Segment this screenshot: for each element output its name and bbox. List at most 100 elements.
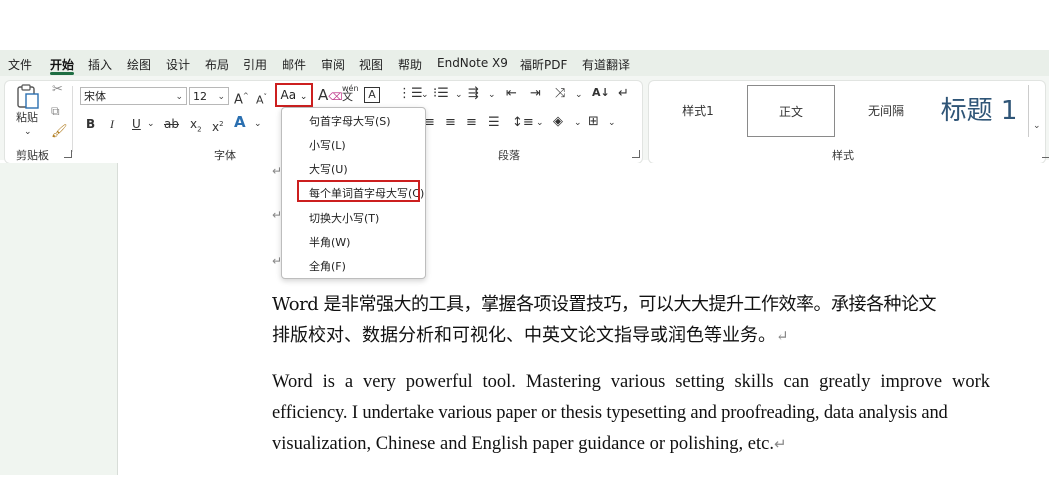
paragraph-launcher-icon[interactable] [632, 150, 640, 158]
top-margin [0, 0, 1049, 50]
paragraph-mark: ↵ [776, 327, 789, 345]
font-name-value: 宋体 [84, 90, 106, 103]
clipboard-launcher-icon[interactable] [64, 150, 72, 158]
chevron-down-icon[interactable]: ⌄ [488, 90, 496, 100]
styles-launcher-icon[interactable] [1042, 150, 1049, 158]
tab-home[interactable]: 开始 [50, 56, 74, 73]
paste-dropdown-icon[interactable]: ⌄ [24, 124, 32, 140]
font-size-combo[interactable]: 12 ⌄ [189, 87, 229, 105]
tab-review[interactable]: 审阅 [321, 56, 345, 73]
font-name-combo[interactable]: 宋体 ⌄ [80, 87, 187, 105]
cn-line-2-text: 排版校对、数据分析和可视化、中英文论文指导或润色等业务。 [272, 325, 776, 346]
cut-icon[interactable]: ✂ [52, 82, 63, 97]
distributed-icon[interactable]: ☰ [488, 115, 500, 130]
chevron-down-icon[interactable]: ⌄ [536, 118, 544, 128]
tab-references[interactable]: 引用 [243, 56, 267, 73]
bullets-icon[interactable]: ⋮☰ [398, 86, 423, 101]
menu-item-half-width[interactable]: 半角(W) [309, 234, 350, 250]
underline-button[interactable]: U [132, 116, 141, 132]
underline-dropdown-icon[interactable]: ⌄ [147, 116, 155, 132]
cn-line-1: Word 是非常强大的工具，掌握各项设置技巧，可以大大提升工作效率。承接各种论文 [272, 294, 936, 315]
tab-insert[interactable]: 插入 [88, 56, 112, 73]
character-border-label: A [368, 88, 376, 101]
tab-layout[interactable]: 布局 [205, 56, 229, 73]
chevron-down-icon[interactable]: ⌄ [575, 90, 583, 100]
borders-icon[interactable]: ⊞ [588, 114, 599, 129]
tab-file[interactable]: 文件 [8, 56, 32, 73]
strikethrough-button[interactable]: ab [164, 116, 179, 132]
paragraph-mark: ↵ [773, 437, 787, 453]
tab-mailings[interactable]: 邮件 [282, 56, 306, 73]
superscript-button[interactable]: x2 [212, 116, 224, 135]
style-item-no-spacing[interactable]: 无间隔 [842, 85, 930, 137]
shrink-font-label: A [256, 93, 264, 107]
increase-indent-icon[interactable]: ⇥ [530, 86, 541, 101]
decrease-indent-icon[interactable]: ⇤ [506, 86, 517, 101]
active-tab-indicator [50, 72, 74, 75]
bottom-margin [0, 475, 1049, 500]
styles-group-label: 样式 [832, 149, 854, 162]
en-line-3-text: visualization, Chinese and English paper… [272, 434, 774, 454]
chevron-down-icon[interactable]: ⌄ [421, 90, 429, 100]
sort-icon[interactable]: A↓ [592, 86, 610, 99]
tab-draw[interactable]: 绘图 [127, 56, 151, 73]
style-item-normal[interactable]: 正文 [747, 85, 835, 137]
text-effects-button[interactable]: A [234, 114, 246, 130]
numbering-icon[interactable]: ⁝☰ [433, 86, 449, 101]
highlight-box [297, 180, 420, 202]
asian-layout-icon[interactable]: ⤨ [555, 86, 565, 101]
multilevel-list-icon[interactable]: ⇶ [468, 86, 479, 101]
chevron-down-icon[interactable]: ⌄ [608, 118, 616, 128]
clear-formatting-icon[interactable]: A⌫ [318, 86, 342, 104]
chevron-down-icon[interactable]: ⌄ [217, 88, 225, 106]
chevron-down-icon: ⌄ [299, 92, 308, 102]
tab-view[interactable]: 视图 [359, 56, 383, 73]
menu-item-lowercase[interactable]: 小写(L) [309, 137, 346, 153]
cn-line-2: 排版校对、数据分析和可视化、中英文论文指导或润色等业务。↵ [272, 320, 992, 352]
tab-foxit-pdf[interactable]: 福昕PDF [520, 56, 567, 73]
subscript-button[interactable]: x2 [190, 116, 202, 137]
italic-button[interactable]: I [110, 116, 114, 132]
shrink-font-button[interactable]: A˅ [256, 89, 267, 109]
align-right-icon[interactable]: ≡ [445, 115, 456, 130]
paste-icon[interactable] [15, 83, 41, 109]
font-group-label: 字体 [214, 149, 236, 162]
en-line-1: Word is a very powerful tool. Mastering … [272, 372, 990, 392]
change-case-button[interactable]: Aa ⌄ [275, 83, 313, 107]
grow-font-label: A [234, 92, 243, 108]
text-effects-dropdown-icon[interactable]: ⌄ [254, 116, 262, 132]
chevron-down-icon[interactable]: ⌄ [1033, 121, 1041, 131]
line-spacing-icon[interactable]: ↕≡ [512, 115, 534, 130]
show-marks-icon[interactable]: ↵ [618, 86, 629, 101]
chinese-paragraph[interactable]: Word 是非常强大的工具，掌握各项设置技巧，可以大大提升工作效率。承接各种论文… [272, 289, 992, 352]
copy-icon[interactable]: ⧉ [51, 104, 60, 119]
menu-item-uppercase[interactable]: 大写(U) [309, 161, 348, 177]
grow-font-button[interactable]: A^ [234, 88, 249, 108]
menu-item-toggle-case[interactable]: 切换大小写(T) [309, 210, 379, 226]
phonetic-guide-icon[interactable]: wén 文 [342, 85, 359, 103]
character-border-button[interactable]: A [364, 87, 380, 103]
chevron-down-icon[interactable]: ⌄ [574, 118, 582, 128]
bold-button[interactable]: B [86, 116, 95, 132]
shading-icon[interactable]: ◈ [553, 114, 563, 129]
font-size-value: 12 [193, 90, 207, 103]
format-painter-icon[interactable]: 🖌 [51, 124, 68, 139]
separator [72, 86, 73, 152]
chevron-down-icon[interactable]: ⌄ [455, 90, 463, 100]
justify-icon[interactable]: ≡ [466, 115, 477, 130]
menu-item-full-width[interactable]: 全角(F) [309, 258, 346, 274]
tab-help[interactable]: 帮助 [398, 56, 422, 73]
tab-endnote[interactable]: EndNote X9 [437, 56, 508, 70]
paragraph-group-label: 段落 [498, 149, 520, 162]
tab-youdao-translate[interactable]: 有道翻译 [582, 56, 630, 73]
style-item-heading1[interactable]: 标题 1 [924, 85, 1034, 137]
english-paragraph[interactable]: Word is a very powerful tool. Mastering … [272, 367, 990, 461]
style-item-style1[interactable]: 样式1 [654, 85, 742, 137]
menu-item-sentence-case[interactable]: 句首字母大写(S) [309, 113, 391, 129]
clipboard-group-label: 剪贴板 [16, 149, 49, 162]
chevron-down-icon[interactable]: ⌄ [175, 88, 183, 106]
document-left-pane [0, 163, 118, 475]
en-line-2: efficiency. I undertake various paper or… [272, 403, 948, 423]
tab-design[interactable]: 设计 [166, 56, 190, 73]
styles-scrollbar[interactable]: ⌄ [1028, 85, 1047, 137]
